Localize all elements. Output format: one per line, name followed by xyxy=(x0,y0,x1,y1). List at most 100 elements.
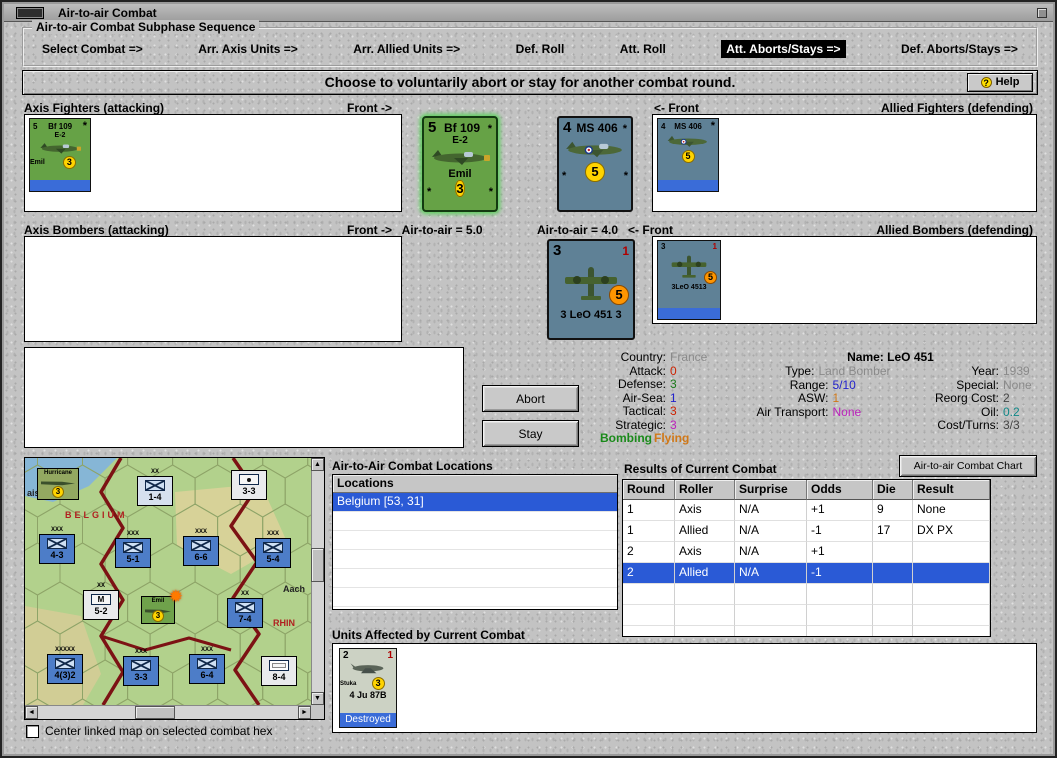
results-row[interactable]: 1 Allied N/A -1 17 DX PX xyxy=(623,521,990,542)
info-value: France xyxy=(670,350,708,364)
map-unit[interactable]: XXX 6-6 xyxy=(183,529,219,566)
unit-info-panel: Country: France Attack: 0 Defense: 3 Air-Sea: 1… xyxy=(594,348,1037,450)
pilot-name: Emil xyxy=(448,168,472,180)
location-empty-row[interactable] xyxy=(333,531,617,550)
info-value: 3 xyxy=(670,377,677,391)
results-header-cell[interactable]: Die xyxy=(873,480,913,500)
results-cell: N/A xyxy=(735,521,807,542)
vscroll-thumb[interactable] xyxy=(311,548,324,582)
map-vertical-scrollbar[interactable]: ▲ ▼ xyxy=(311,458,324,705)
results-header-cell[interactable]: Surprise xyxy=(735,480,807,500)
results-table[interactable]: Round Roller Surprise Odds Die Result 1 Axis N/… xyxy=(622,479,991,637)
results-cell xyxy=(913,626,990,636)
results-header-cell[interactable]: Result xyxy=(913,480,990,500)
explosion-icon: ✹ xyxy=(168,587,183,606)
axis-front-fighter-counter[interactable]: 5 Bf 109 * E-2 * Emil 3 * xyxy=(422,116,498,212)
location-empty-row[interactable] xyxy=(333,569,617,588)
info-value: 2 xyxy=(1003,391,1010,405)
map-unit[interactable]: XXX 3-3 xyxy=(123,649,159,686)
location-empty-row[interactable] xyxy=(333,550,617,569)
counter-attack: 3 xyxy=(661,242,666,251)
counter-secondary: 1 xyxy=(387,650,393,661)
axis-fighter-unit-small[interactable]: 5 Bf 109 * E-2 Emil 3 xyxy=(29,118,91,192)
info-row: Strategic: 3 xyxy=(594,418,744,432)
allied-bomber-unit-small[interactable]: 3 1 5 3LeO 4513 xyxy=(657,240,721,320)
unit-status-row: Bombing Flying xyxy=(594,431,744,445)
info-value: 5/10 xyxy=(832,377,856,392)
counter-name: Bf 109 xyxy=(48,122,73,131)
scroll-up-arrow[interactable]: ▲ xyxy=(311,458,324,471)
locations-header[interactable]: Locations xyxy=(333,475,617,493)
info-value: 3 xyxy=(670,404,677,418)
abort-button[interactable]: Abort xyxy=(482,385,579,412)
results-cell xyxy=(873,542,913,563)
map-unit[interactable]: 3-3 xyxy=(231,470,267,500)
combat-chart-button[interactable]: Air-to-air Combat Chart xyxy=(899,455,1037,477)
info-value: 3/3 xyxy=(1003,418,1020,432)
map-units-layer: Hurricane 3 XX 1-4 3-3 XXX 4-3 XXX 5-1 XXX 6-6 XXX 5… xyxy=(25,458,311,705)
scrollbar-corner xyxy=(311,705,324,719)
location-empty-row[interactable] xyxy=(333,512,617,531)
map-unit[interactable]: 8-4 xyxy=(261,656,297,686)
info-cell xyxy=(744,418,891,432)
help-button[interactable]: ? Help xyxy=(967,73,1033,92)
center-map-checkbox[interactable] xyxy=(26,724,39,738)
linked-map[interactable]: ais BELGIUM Aach RHIN Hurricane 3 XX 1-4 3-3 XXX… xyxy=(0,425,421,752)
allied-fighter-unit-small[interactable]: 4 MS 406 * 5 xyxy=(657,118,719,192)
map-unit[interactable]: XXXXX 4(3)2 xyxy=(47,647,83,684)
star-marker: * xyxy=(488,186,493,198)
sequence-step: Def. Aborts/Stays => xyxy=(901,42,1018,56)
affected-units-list[interactable]: 2 1 Stuka 3 4 Ju 87B Destroyed xyxy=(332,643,1037,733)
counter-strength: 4 xyxy=(563,119,572,136)
front-right-label: <- Front xyxy=(654,101,699,115)
axis-bombers-list[interactable] xyxy=(24,236,402,342)
locations-listbox[interactable]: Locations Belgium [53, 31] xyxy=(332,474,618,610)
map-unit[interactable]: XX 7-4 xyxy=(227,591,263,628)
results-header-cell[interactable]: Odds xyxy=(807,480,873,500)
results-cell: None xyxy=(913,500,990,521)
scroll-down-arrow[interactable]: ▼ xyxy=(311,692,324,705)
message-list[interactable] xyxy=(24,347,464,448)
location-item[interactable]: Belgium [53, 31] xyxy=(333,493,617,512)
allied-front-bomber-counter[interactable]: 3 1 5 3 LeO 451 3 xyxy=(547,239,635,340)
results-cell: +1 xyxy=(807,542,873,563)
results-row[interactable]: 2 Axis N/A +1 xyxy=(623,542,990,563)
bonus-badge: 3 xyxy=(52,486,64,498)
results-cell xyxy=(807,626,873,636)
results-header-cell[interactable]: Round xyxy=(623,480,675,500)
unit-symbol xyxy=(123,542,143,553)
sequence-step: Arr. Allied Units => xyxy=(353,42,461,56)
map-unit[interactable]: XXX 5-4 xyxy=(255,531,291,568)
map-unit[interactable]: XXX 5-1 xyxy=(115,531,151,568)
results-cell: DX PX xyxy=(913,521,990,542)
map-horizontal-scrollbar[interactable]: ◄ ► xyxy=(25,705,311,719)
allied-air-rating: Air-to-air = 4.0 xyxy=(537,223,619,237)
info-label: Defense: xyxy=(617,377,666,391)
allied-bombers-list[interactable]: 3 1 5 3LeO 4513 xyxy=(652,236,1037,324)
destroyed-stuka-counter[interactable]: 2 1 Stuka 3 4 Ju 87B Destroyed xyxy=(339,648,397,728)
allied-front-fighter-counter[interactable]: 4 MS 406 * * 5 * xyxy=(557,116,633,212)
axis-fighters-list[interactable]: 5 Bf 109 * E-2 Emil 3 xyxy=(24,114,402,212)
results-row[interactable]: 1 Axis N/A +1 9 None xyxy=(623,500,990,521)
results-header-cell[interactable]: Roller xyxy=(675,480,735,500)
info-row: Defense: 3 xyxy=(594,377,744,391)
scroll-left-arrow[interactable]: ◄ xyxy=(25,706,38,719)
scroll-right-arrow[interactable]: ► xyxy=(298,706,311,719)
map-unit[interactable]: XX M 5-2 xyxy=(83,583,119,620)
window-control-button[interactable] xyxy=(1037,8,1047,18)
location-empty-row[interactable] xyxy=(333,588,617,607)
stay-button[interactable]: Stay xyxy=(482,420,579,447)
map-unit[interactable]: Emil 3 ✹ xyxy=(141,588,183,624)
results-cell xyxy=(807,605,873,626)
subphase-sequence-title: Air-to-air Combat Subphase Sequence xyxy=(32,20,260,34)
hscroll-thumb[interactable] xyxy=(135,706,175,719)
allied-fighters-list[interactable]: 4 MS 406 * 5 xyxy=(652,114,1037,212)
results-cell: 9 xyxy=(873,500,913,521)
info-right-row: ASW: 1 Reorg Cost: 2 xyxy=(744,391,1037,405)
map-unit[interactable]: XXX 6-4 xyxy=(189,647,225,684)
map-unit[interactable]: XXX 4-3 xyxy=(39,527,75,564)
map-unit[interactable]: XX 1-4 xyxy=(137,469,173,506)
map-unit[interactable]: Hurricane 3 xyxy=(37,468,79,500)
results-row[interactable]: 2 Allied N/A -1 xyxy=(623,563,990,584)
results-cell: Axis xyxy=(675,542,735,563)
